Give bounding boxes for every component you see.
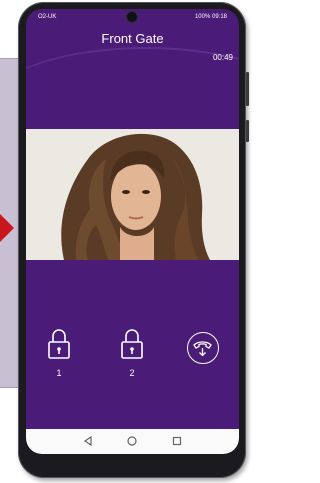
carrier-text: O2-UK xyxy=(38,14,57,20)
video-person-image xyxy=(26,129,239,260)
nav-recents-icon[interactable] xyxy=(171,435,183,447)
phone-hangup-icon xyxy=(193,341,212,357)
android-nav-bar xyxy=(26,429,239,454)
video-feed xyxy=(26,129,239,260)
padlock-icon xyxy=(48,329,70,359)
hangup-button[interactable] xyxy=(187,332,219,364)
nav-back-icon[interactable] xyxy=(82,435,94,447)
phone-screen: O2-UK 100% 09:18 Front Gate 00:49 1 2 xyxy=(26,9,239,454)
unlock-button-1[interactable]: 1 xyxy=(46,327,72,378)
unlock-button-2-label: 2 xyxy=(129,368,135,378)
red-arrow-icon xyxy=(0,214,14,242)
call-title: Front Gate xyxy=(101,31,164,46)
unlock-button-1-label: 1 xyxy=(56,368,62,378)
battery-time-text: 100% 09:18 xyxy=(194,14,227,20)
power-button xyxy=(246,120,249,142)
call-controls: 1 2 xyxy=(26,327,239,387)
unlock-button-2[interactable]: 2 xyxy=(119,327,145,378)
status-bar: O2-UK 100% 09:18 xyxy=(26,9,239,25)
nav-home-icon[interactable] xyxy=(126,435,138,447)
padlock-icon xyxy=(121,329,143,359)
volume-button xyxy=(246,72,249,106)
front-camera-icon xyxy=(127,12,137,22)
call-timer: 00:49 xyxy=(212,53,233,62)
